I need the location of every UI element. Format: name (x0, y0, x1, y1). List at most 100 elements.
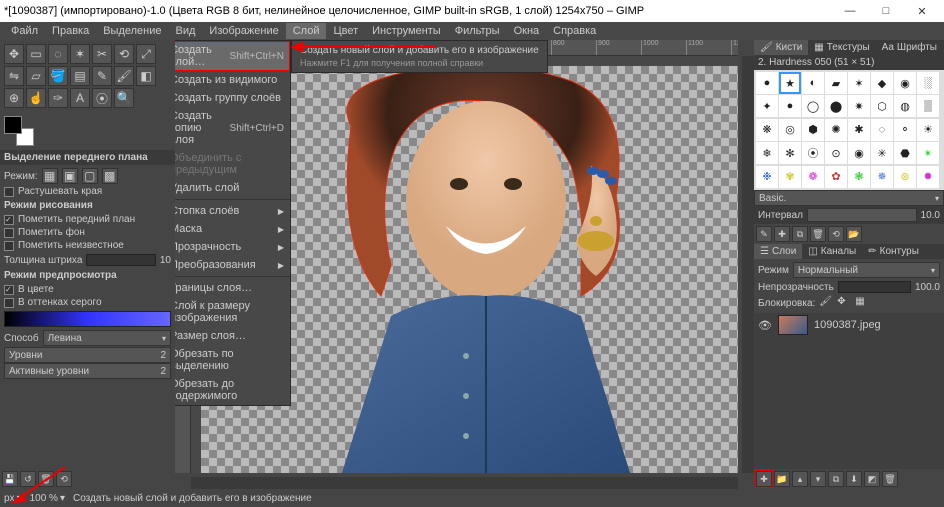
menu-edit[interactable]: Правка (45, 23, 96, 39)
layer-name[interactable]: 1090387.jpeg (814, 319, 881, 331)
draw-fg-radio[interactable] (4, 215, 14, 225)
mode-intersect-icon[interactable]: ▩ (102, 168, 118, 184)
tool-eraser[interactable]: ◧ (136, 66, 156, 86)
brush-preset[interactable]: ● (779, 95, 801, 117)
tool-pencil[interactable]: ✎ (92, 66, 112, 86)
menu-item-слой-к-размеру-изображения[interactable]: Слой к размеру изображения (175, 297, 290, 327)
brush-preset[interactable]: ❃ (848, 166, 870, 188)
brush-preset[interactable]: ❉ (756, 166, 778, 188)
tool-brush[interactable]: 🖌 (114, 66, 134, 86)
brush-preset[interactable]: ✾ (779, 166, 801, 188)
menu-help[interactable]: Справка (546, 23, 603, 39)
menu-image[interactable]: Изображение (202, 23, 285, 39)
brush-preset[interactable]: ⊛ (894, 166, 916, 188)
canvas-scrollbar-v[interactable] (742, 56, 754, 473)
tab-layers[interactable]: ☰Слои (754, 244, 802, 259)
close-button[interactable]: ✕ (904, 0, 940, 22)
brush-preset[interactable]: ✳ (871, 142, 893, 164)
layer-up-icon[interactable]: ▴ (792, 471, 808, 487)
tool-crop[interactable]: ✂ (92, 44, 112, 64)
levels-field[interactable]: Уровни2 (4, 347, 171, 363)
menu-item-размер-слоя-[interactable]: Размер слоя… (175, 327, 290, 345)
tool-bucket[interactable]: 🪣 (48, 66, 68, 86)
menu-file[interactable]: Файл (4, 23, 45, 39)
menu-filters[interactable]: Фильтры (448, 23, 507, 39)
new-brush-icon[interactable]: ✚ (774, 226, 790, 242)
menu-item-обрезать-по-выделению[interactable]: Обрезать по выделению (175, 345, 290, 375)
brush-preset[interactable]: ⚬ (894, 119, 916, 141)
opacity-slider[interactable] (838, 281, 911, 293)
tool-picker[interactable]: ⦿ (92, 88, 112, 108)
edit-brush-icon[interactable]: ✎ (756, 226, 772, 242)
brush-preset[interactable]: ✴ (917, 142, 939, 164)
brush-preset[interactable]: ✹ (917, 166, 939, 188)
preview-color-radio[interactable] (4, 285, 14, 295)
tool-flip[interactable]: ⇋ (4, 66, 24, 86)
lock-alpha-icon[interactable]: ▦ (855, 296, 869, 310)
brush-preset[interactable]: ◆ (871, 72, 893, 94)
menu-item-маска[interactable]: Маска▶ (175, 220, 290, 238)
brush-preset[interactable]: ✵ (871, 166, 893, 188)
tool-zoom[interactable]: 🔍 (114, 88, 134, 108)
menu-item-удалить-слой[interactable]: 🗑Удалить слой (175, 179, 290, 197)
tool-move[interactable]: ✥ (4, 44, 24, 64)
brush-preset[interactable]: ✦ (756, 95, 778, 117)
del-brush-icon[interactable]: 🗑 (810, 226, 826, 242)
mode-replace-icon[interactable]: ▦ (42, 168, 58, 184)
tool-smudge[interactable]: ☝ (26, 88, 46, 108)
preview-gray-radio[interactable] (4, 298, 14, 308)
refresh-brush-icon[interactable]: ⟲ (828, 226, 844, 242)
delete-layer-icon[interactable]: 🗑 (882, 471, 898, 487)
menu-select[interactable]: Выделение (96, 23, 168, 39)
brush-preset[interactable]: ✿ (825, 166, 847, 188)
menu-item-границы-слоя-[interactable]: Границы слоя… (175, 279, 290, 297)
new-layer-icon[interactable]: ✚ (756, 471, 772, 487)
layer-mode-dropdown[interactable]: Нормальный▾ (793, 262, 940, 278)
brush-preset[interactable]: ◌ (871, 119, 893, 141)
menu-item-преобразования[interactable]: Преобразования▶ (175, 256, 290, 274)
brush-preset[interactable]: ◎ (779, 119, 801, 141)
brush-preset[interactable]: ⬢ (802, 119, 824, 141)
brush-preset[interactable]: ❋ (756, 119, 778, 141)
tool-fuzzy-select[interactable]: ✶ (70, 44, 90, 64)
brush-preset[interactable]: ◉ (848, 142, 870, 164)
visibility-icon[interactable]: 👁 (758, 319, 772, 332)
menu-colors[interactable]: Цвет (326, 23, 365, 39)
brush-preset[interactable]: ⊙ (825, 142, 847, 164)
brush-preset[interactable]: ✷ (848, 95, 870, 117)
tool-path[interactable]: ✑ (48, 88, 68, 108)
brush-preset[interactable]: ⬤ (825, 95, 847, 117)
stroke-width-slider[interactable] (86, 254, 155, 266)
menu-item-создать-копию-слоя[interactable]: ⧉Создать копию слояShift+Ctrl+D (175, 107, 290, 149)
minimize-button[interactable]: — (832, 0, 868, 22)
brush-preset[interactable]: ◉ (894, 72, 916, 94)
menu-item-обрезать-до-содержимого[interactable]: Обрезать до содержимого (175, 375, 290, 405)
brush-preset[interactable]: ✻ (779, 142, 801, 164)
draw-bg-radio[interactable] (4, 228, 14, 238)
new-group-icon[interactable]: 📁 (774, 471, 790, 487)
brush-preset[interactable]: ✺ (825, 119, 847, 141)
spacing-slider[interactable] (807, 208, 917, 222)
brush-preset[interactable]: ◍ (894, 95, 916, 117)
merge-down-icon[interactable]: ⬇ (846, 471, 862, 487)
tool-perspective[interactable]: ▱ (26, 66, 46, 86)
layer-down-icon[interactable]: ▾ (810, 471, 826, 487)
brush-preset[interactable]: ❄ (756, 142, 778, 164)
open-brush-icon[interactable]: 📂 (846, 226, 862, 242)
lock-position-icon[interactable]: ✥ (837, 296, 851, 310)
menu-item-прозрачность[interactable]: Прозрачность▶ (175, 238, 290, 256)
menu-item-стопка-сло-в[interactable]: Стопка слоёв▶ (175, 202, 290, 220)
brush-preset[interactable]: ⬣ (894, 142, 916, 164)
brush-preset[interactable]: ▒ (917, 95, 939, 117)
mask-icon[interactable]: ◩ (864, 471, 880, 487)
feather-checkbox[interactable] (4, 187, 14, 197)
menu-view[interactable]: Вид (169, 23, 203, 39)
brush-preset[interactable]: ❁ (802, 166, 824, 188)
maximize-button[interactable]: □ (868, 0, 904, 22)
brush-preset[interactable]: ★ (779, 72, 801, 94)
canvas-scrollbar-h[interactable] (191, 477, 738, 489)
tool-text[interactable]: A (70, 88, 90, 108)
tool-gradient[interactable]: ▤ (70, 66, 90, 86)
brush-category[interactable]: Basic.▾ (754, 190, 944, 206)
brush-preset[interactable]: ☀ (917, 119, 939, 141)
